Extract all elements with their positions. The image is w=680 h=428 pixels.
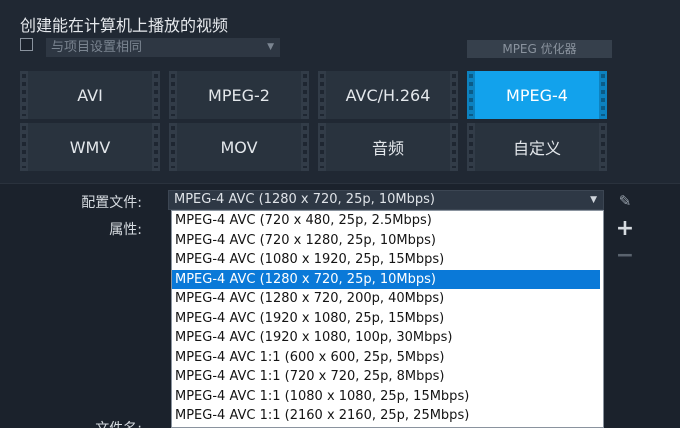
profile-label: 配置文件: (81, 195, 142, 211)
dropdown-option[interactable]: MPEG-4 AVC 1:1 (1080 x 1080, 25p, 15Mbps… (172, 387, 603, 407)
format-tile-audio[interactable]: 音频 (318, 123, 458, 171)
filename-label: 文件名: (42, 418, 142, 428)
format-tile-label: WMV (69, 137, 111, 157)
match-project-checkbox[interactable] (20, 38, 33, 51)
dropdown-option[interactable]: MPEG-4 AVC (1280 x 720, 200p, 40Mbps) (172, 289, 603, 309)
format-tile-custom[interactable]: 自定义 (467, 123, 607, 171)
profile-select-value: MPEG-4 AVC (1280 x 720, 25p, 10Mbps) (174, 192, 435, 207)
format-tile-mpeg2[interactable]: MPEG-2 (169, 71, 309, 119)
profile-select[interactable]: MPEG-4 AVC (1280 x 720, 25p, 10Mbps) ▼ (168, 190, 604, 210)
format-tile-label: MPEG-2 (208, 85, 270, 105)
pencil-icon[interactable]: ✎ (615, 192, 635, 212)
format-tile-label: MPEG-4 (506, 85, 568, 105)
page-title: 创建能在计算机上播放的视频 (20, 16, 229, 35)
format-tile-wmv[interactable]: WMV (20, 123, 160, 171)
format-tile-avi[interactable]: AVI (20, 71, 160, 119)
dropdown-option-highlighted[interactable]: MPEG-4 AVC (1280 x 720, 25p, 10Mbps) (172, 269, 600, 289)
format-tile-label: MOV (220, 137, 258, 157)
dropdown-option[interactable]: MPEG-4 AVC 1:1 (600 x 600, 25p, 5Mbps) (172, 348, 603, 368)
dropdown-option[interactable]: MPEG-4 AVC (1920 x 1080, 25p, 15Mbps) (172, 309, 603, 329)
dropdown-option[interactable]: MPEG-4 AVC (1920 x 1080, 100p, 30Mbps) (172, 328, 603, 348)
chevron-down-icon: ▼ (267, 42, 274, 52)
dropdown-option[interactable]: MPEG-4 AVC (720 x 1280, 25p, 10Mbps) (172, 231, 603, 251)
dropdown-option[interactable]: MPEG-4 AVC (720 x 480, 25p, 2.5Mbps) (172, 211, 603, 231)
match-project-select-value: 与项目设置相同 (51, 40, 143, 55)
match-project-select[interactable]: 与项目设置相同 ▼ (46, 38, 280, 57)
format-tile-label: 自定义 (512, 139, 561, 158)
properties-label: 属性: (109, 222, 142, 238)
mpeg-optimizer-button[interactable]: MPEG 优化器 (467, 40, 612, 58)
format-tile-mpeg4[interactable]: MPEG-4 (467, 71, 607, 119)
plus-icon[interactable]: + (615, 218, 635, 240)
format-tile-avc[interactable]: AVC/H.264 (318, 71, 458, 119)
format-tile-label: AVC/H.264 (345, 85, 431, 105)
format-tile-label: AVI (77, 85, 103, 105)
dropdown-option[interactable]: MPEG-4 AVC (1080 x 1920, 25p, 15Mbps) (172, 250, 603, 270)
dropdown-option[interactable]: MPEG-4 AVC 1:1 (720 x 720, 25p, 8Mbps) (172, 367, 603, 387)
dropdown-option[interactable]: MPEG-4 AVC 1:1 (2160 x 2160, 25p, 25Mbps… (172, 406, 603, 426)
format-tile-label: 音频 (371, 139, 404, 158)
format-tile-mov[interactable]: MOV (169, 123, 309, 171)
minus-icon[interactable]: − (615, 245, 635, 267)
chevron-down-icon: ▼ (590, 195, 597, 205)
profile-dropdown-list: MPEG-4 AVC (720 x 480, 25p, 2.5Mbps) MPE… (171, 210, 604, 428)
